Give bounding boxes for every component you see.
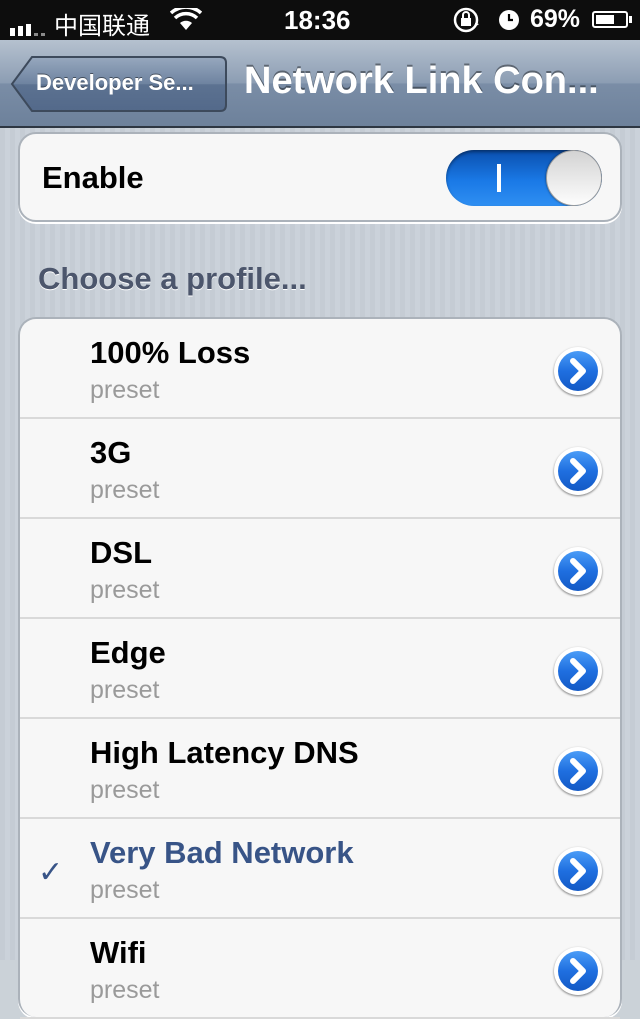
profile-title: 3G <box>90 435 132 470</box>
profile-subtitle: preset <box>90 876 160 904</box>
profile-subtitle: preset <box>90 976 160 1004</box>
profile-list: 100% Loss preset 3G preset DSL preset Edge pres… <box>18 317 622 1019</box>
profile-row[interactable]: High Latency DNS preset <box>20 719 620 819</box>
section-header: Choose a profile... <box>38 261 307 296</box>
detail-disclosure-icon[interactable] <box>554 847 602 895</box>
carrier-name: 中国联通 <box>54 12 150 40</box>
profile-row[interactable]: 3G preset <box>20 419 620 519</box>
profile-title: Edge <box>90 635 166 670</box>
wifi-icon <box>170 8 202 30</box>
checkmark-icon: ✓ <box>38 856 64 889</box>
battery-percent: 69% <box>530 5 581 33</box>
signal-icon <box>10 24 45 36</box>
profile-title: Very Bad Network <box>90 835 354 870</box>
detail-disclosure-icon[interactable] <box>554 547 602 595</box>
profile-title: DSL <box>90 535 152 570</box>
profile-title: High Latency DNS <box>90 735 359 770</box>
profile-subtitle: preset <box>90 376 160 404</box>
back-button-label: Developer Se... <box>36 70 194 95</box>
status-time: 18:36 <box>284 5 351 35</box>
profile-subtitle: preset <box>90 576 160 604</box>
battery-level <box>596 15 614 24</box>
profile-subtitle: preset <box>90 676 160 704</box>
profile-title: 100% Loss <box>90 335 251 370</box>
enable-label: Enable <box>42 160 144 195</box>
toggle-on-indicator <box>497 164 501 192</box>
alarm-icon <box>499 10 519 30</box>
enable-group: Enable <box>18 132 622 222</box>
orientation-lock-icon <box>453 7 479 33</box>
detail-disclosure-icon[interactable] <box>554 347 602 395</box>
profile-row[interactable]: ✓ Very Bad Network preset <box>20 819 620 919</box>
profile-row[interactable]: Wifi preset <box>20 919 620 1019</box>
back-button[interactable]: Developer Se... <box>10 55 228 113</box>
detail-disclosure-icon[interactable] <box>554 647 602 695</box>
profile-subtitle: preset <box>90 476 160 504</box>
status-bar: 中国联通 18:36 69% <box>0 0 640 40</box>
profile-row[interactable]: 100% Loss preset <box>20 319 620 419</box>
profile-row[interactable]: Edge preset <box>20 619 620 719</box>
detail-disclosure-icon[interactable] <box>554 447 602 495</box>
profile-subtitle: preset <box>90 776 160 804</box>
detail-disclosure-icon[interactable] <box>554 947 602 995</box>
battery-icon <box>592 11 632 28</box>
enable-toggle[interactable] <box>446 150 602 206</box>
detail-disclosure-icon[interactable] <box>554 747 602 795</box>
toggle-knob[interactable] <box>546 150 602 206</box>
navigation-bar: Developer Se... Network Link Con... <box>0 40 640 128</box>
profile-row[interactable]: DSL preset <box>20 519 620 619</box>
page-title: Network Link Con... <box>244 60 599 102</box>
profile-title: Wifi <box>90 935 147 970</box>
